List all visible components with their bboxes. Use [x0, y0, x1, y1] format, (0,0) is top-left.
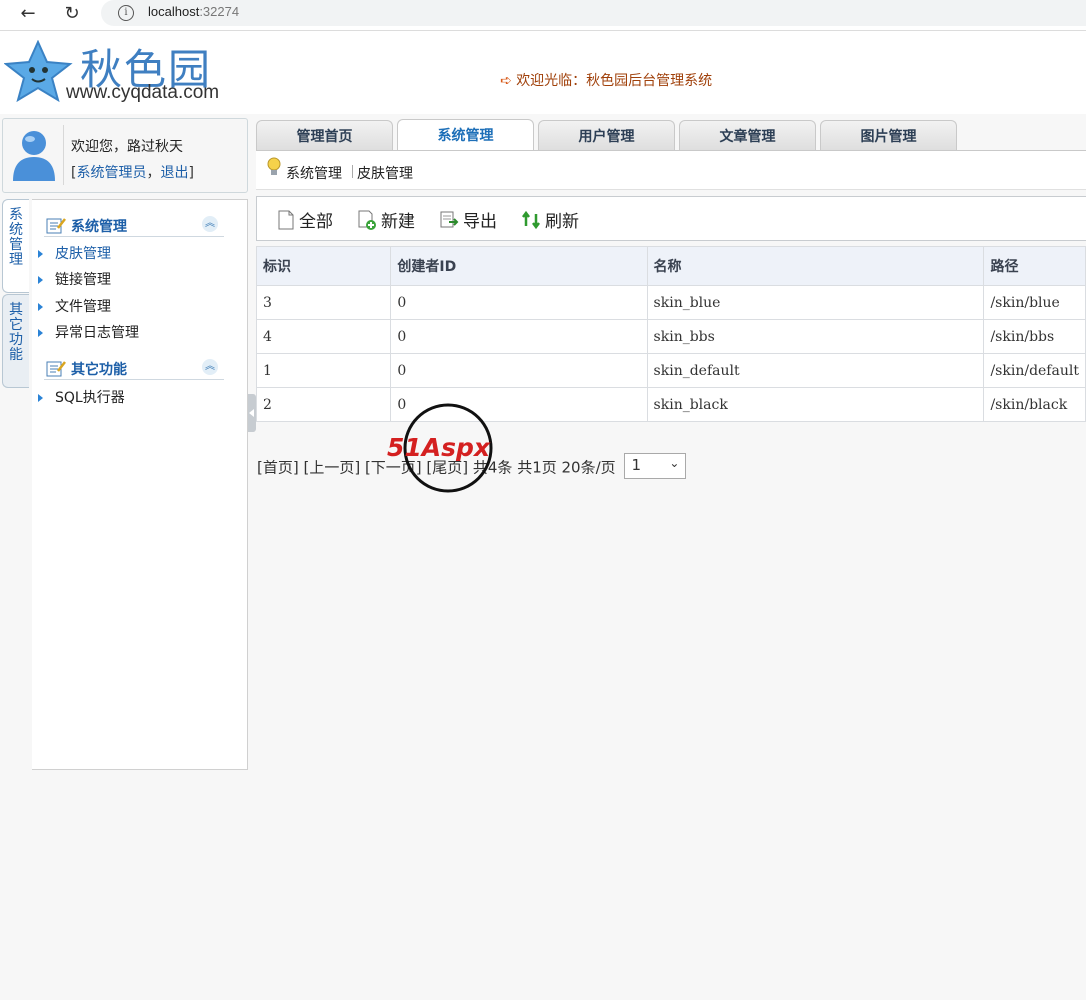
document-icon: [278, 210, 294, 230]
refresh-button[interactable]: 刷新: [521, 207, 579, 232]
arrow-right-icon: ➪: [500, 73, 512, 89]
export-button[interactable]: 导出: [439, 207, 497, 232]
sidebar-item-files[interactable]: 文件管理: [38, 296, 111, 316]
breadcrumb-page: 皮肤管理: [357, 166, 413, 182]
tab-system[interactable]: 系统管理: [397, 119, 534, 151]
skin-table: 标识 创建者ID 名称 路径 3 0 skin_blue/skin/blue 40s…: [255, 246, 1086, 422]
column-header-name[interactable]: 名称: [646, 246, 985, 286]
export-icon: [440, 211, 459, 228]
info-icon[interactable]: i: [118, 5, 134, 21]
add-document-icon: [358, 210, 376, 230]
role-link[interactable]: 系统管理员: [76, 165, 146, 181]
new-button[interactable]: 新建: [357, 207, 415, 232]
avatar: [13, 131, 55, 181]
triangle-right-icon: [38, 276, 43, 284]
sidebar-item-links[interactable]: 链接管理: [38, 269, 111, 289]
site-header: 秋色园 www.cyqdata.com ➪ 欢迎光临：秋色园后台管理系统: [0, 31, 1086, 114]
refresh-icon: [522, 210, 540, 230]
address-bar[interactable]: [101, 0, 1086, 26]
sidebar-item-sql[interactable]: SQL执行器: [38, 387, 125, 407]
browser-toolbar: ← ↻ i localhost:32274: [0, 0, 1086, 31]
breadcrumb-separator: [352, 165, 353, 178]
triangle-right-icon: [38, 329, 43, 337]
breadcrumb: 系统管理 皮肤管理: [256, 151, 1086, 190]
lightbulb-icon: [267, 157, 281, 175]
notepad-icon: [46, 361, 66, 377]
table-header-row: 标识 创建者ID 名称 路径: [255, 246, 1086, 286]
welcome-message: ➪ 欢迎光临：秋色园后台管理系统: [500, 73, 713, 89]
divider: [63, 125, 64, 185]
chevron-down-icon: ⌄: [669, 456, 680, 470]
logout-link[interactable]: 退出: [160, 165, 188, 181]
action-toolbar: 全部 新建 导出 刷新: [256, 196, 1086, 241]
sidebar-group-other[interactable]: 其它功能 ︽: [44, 357, 224, 380]
vertical-tabs: 系统管理 其它功能: [0, 199, 32, 399]
reload-icon[interactable]: ↻: [60, 2, 84, 26]
user-panel: 欢迎您，路过秋天 [系统管理员，退出]: [2, 118, 248, 193]
watermark-logo: 51Aspx: [387, 403, 493, 493]
triangle-right-icon: [38, 394, 43, 402]
table-row[interactable]: 1 0 skin_default/skin/default: [255, 353, 1086, 388]
notepad-icon: [46, 218, 66, 234]
collapse-icon[interactable]: ︽: [202, 359, 218, 375]
collapse-icon[interactable]: ︽: [202, 216, 218, 232]
column-header-id[interactable]: 标识: [255, 246, 392, 286]
tab-articles[interactable]: 文章管理: [679, 120, 816, 150]
user-links: [系统管理员，退出]: [71, 165, 194, 181]
star-mascot-icon: [4, 40, 73, 103]
url-text[interactable]: localhost:32274: [148, 4, 239, 19]
sidebar-item-skin[interactable]: 皮肤管理: [38, 243, 111, 263]
site-logo[interactable]: 秋色园 www.cyqdata.com: [2, 34, 224, 107]
sidebar-group-system[interactable]: 系统管理 ︽: [44, 214, 224, 237]
table-row[interactable]: 4 0 skin_bbs/skin/bbs: [255, 319, 1086, 354]
tab-users[interactable]: 用户管理: [538, 120, 675, 150]
logo-url: www.cyqdata.com: [66, 82, 220, 103]
vtab-other[interactable]: 其它功能: [2, 294, 29, 388]
table-row[interactable]: 3 0 skin_blue/skin/blue: [255, 285, 1086, 320]
user-greeting: 欢迎您，路过秋天: [71, 139, 183, 155]
triangle-right-icon: [38, 250, 43, 258]
sidebar-collapse-handle[interactable]: [248, 394, 256, 432]
sidebar-item-errorlog[interactable]: 异常日志管理: [38, 322, 139, 342]
table-row[interactable]: 2 0 skin_black/skin/black: [255, 387, 1086, 422]
triangle-right-icon: [38, 303, 43, 311]
show-all-button[interactable]: 全部: [277, 207, 333, 232]
sidebar: 系统管理 ︽ 皮肤管理 链接管理 文件管理 异常日志管理 其它功能 ︽ SQL执…: [32, 199, 248, 770]
breadcrumb-section[interactable]: 系统管理: [286, 163, 342, 183]
page-select[interactable]: 1 ⌄: [624, 453, 687, 479]
vtab-system[interactable]: 系统管理: [2, 199, 29, 293]
svg-text:51Aspx: 51Aspx: [387, 433, 491, 462]
tab-images[interactable]: 图片管理: [820, 120, 957, 150]
tab-home[interactable]: 管理首页: [256, 120, 393, 150]
column-header-path[interactable]: 路径: [983, 246, 1086, 286]
back-arrow-icon[interactable]: ←: [16, 2, 40, 26]
column-header-creator[interactable]: 创建者ID: [390, 246, 648, 286]
